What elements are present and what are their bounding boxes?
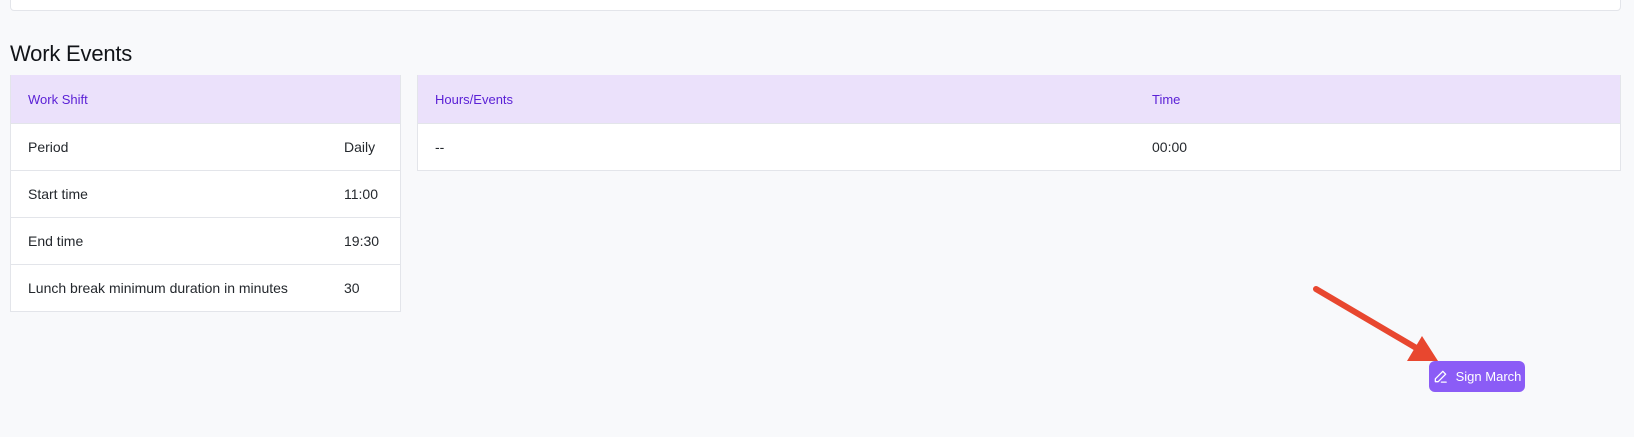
row-value: 30 <box>344 280 360 296</box>
sign-march-button[interactable]: Sign March <box>1429 361 1525 392</box>
sign-march-label: Sign March <box>1455 369 1522 384</box>
table-row: -- 00:00 <box>418 123 1620 170</box>
time-column-header: Time <box>1152 91 1181 107</box>
hours-events-column-header: Hours/Events <box>435 91 514 107</box>
time-cell: 00:00 <box>1152 139 1188 155</box>
work-shift-header-label: Work Shift <box>28 91 88 107</box>
top-card <box>10 0 1621 11</box>
row-label: End time <box>28 233 84 249</box>
table-row: End time 19:30 <box>11 217 400 264</box>
work-shift-header: Work Shift <box>11 75 400 123</box>
row-value: 11:00 <box>344 186 378 202</box>
events-header: Hours/Events Time <box>418 75 1620 123</box>
table-row: Period Daily <box>11 123 400 170</box>
work-events-table: Hours/Events Time -- 00:00 <box>417 75 1621 171</box>
table-row: Lunch break minimum duration in minutes … <box>11 264 400 311</box>
hours-events-cell: -- <box>435 139 445 155</box>
section-title: Work Events <box>10 41 133 66</box>
row-value: 19:30 <box>344 233 380 249</box>
work-shift-table: Work Shift Period Daily Start time 11:00… <box>10 75 401 312</box>
row-value: Daily <box>344 139 376 155</box>
row-label: Start time <box>28 186 88 202</box>
row-label: Lunch break minimum duration in minutes <box>28 280 288 296</box>
table-row: Start time 11:00 <box>11 170 400 217</box>
pencil-icon <box>1433 369 1448 384</box>
row-label: Period <box>28 139 69 155</box>
